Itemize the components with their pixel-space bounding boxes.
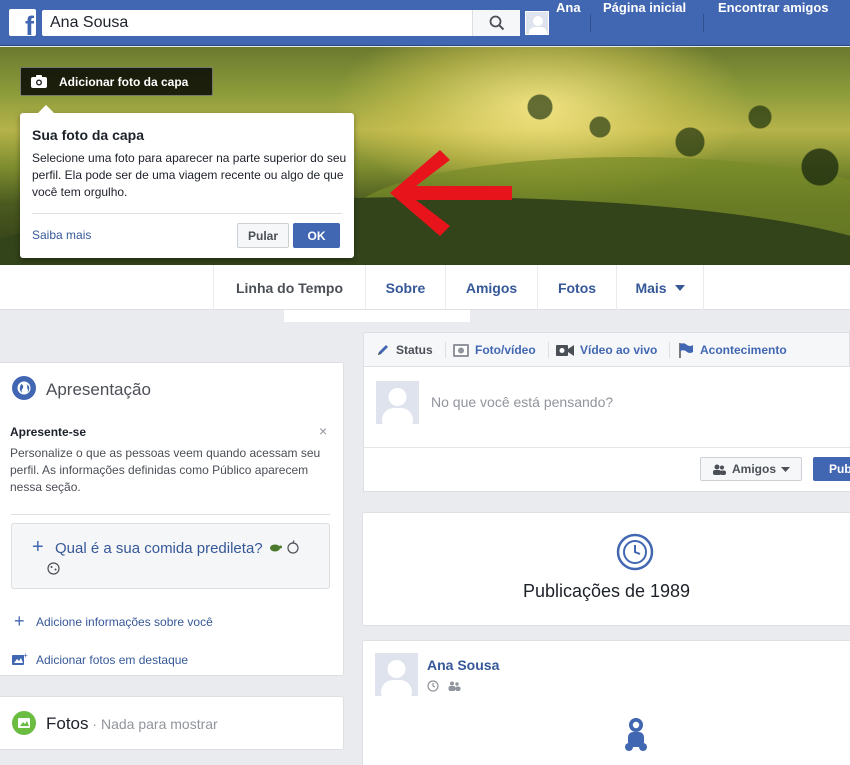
skip-button[interactable]: Pular — [237, 223, 289, 248]
facebook-logo-letter: f — [25, 11, 34, 37]
tab-status-label: Status — [396, 343, 433, 357]
tab-live-video[interactable]: Vídeo ao vivo — [556, 333, 657, 367]
nav-divider — [590, 14, 591, 32]
ok-button[interactable]: OK — [293, 223, 340, 248]
tab-more-label: Mais — [635, 279, 667, 296]
plus-icon: + — [32, 536, 44, 558]
tab-more[interactable]: Mais — [617, 265, 704, 310]
audience-selector[interactable]: Amigos — [700, 457, 802, 481]
tab-live-video-label: Vídeo ao vivo — [580, 343, 658, 357]
profile-navigation: Linha do Tempo Sobre Amigos Fotos Mais — [0, 265, 850, 310]
nav-home-link[interactable]: Página inicial — [603, 0, 686, 46]
apple-emoji-icon — [287, 540, 299, 554]
tab-timeline[interactable]: Linha do Tempo — [213, 265, 366, 310]
favorite-food-question: Qual é a sua comida predileta? — [55, 540, 263, 557]
year-title: Publicações de 1989 — [522, 581, 691, 601]
favorite-food-prompt[interactable]: + Qual é a sua comida predileta? — [11, 523, 330, 589]
video-camera-icon — [556, 344, 574, 356]
tab-divider — [445, 342, 446, 358]
profile-nav-extension — [284, 310, 470, 322]
plus-icon: + — [14, 611, 25, 631]
search-button[interactable] — [472, 10, 520, 36]
tab-life-event[interactable]: Acontecimento — [678, 333, 787, 367]
svg-text:+: + — [23, 652, 28, 660]
photos-icon — [12, 711, 36, 735]
add-featured-photos-link[interactable]: Adicionar fotos em destaque — [36, 653, 188, 667]
baby-icon — [625, 718, 647, 751]
caret-down-icon — [781, 466, 790, 472]
intro-divider — [11, 514, 330, 515]
tab-divider — [548, 342, 549, 358]
tab-photo-video[interactable]: Foto/vídeo — [453, 333, 536, 367]
caret-down-icon — [674, 284, 685, 291]
post-author-name[interactable]: Ana Sousa — [427, 657, 499, 673]
composer-input[interactable]: No que você está pensando? — [431, 394, 613, 410]
globe-icon — [12, 376, 36, 400]
tab-life-event-label: Acontecimento — [700, 343, 787, 357]
intro-title: Apresentação — [46, 380, 151, 399]
year-card: Publicações de 1989 — [362, 512, 850, 626]
publish-button[interactable]: Pub — [813, 457, 850, 481]
intro-card: Apresentação Apresente-se × Personalize … — [0, 362, 344, 676]
cover-photo-tooltip: Sua foto da capa Selecione uma foto para… — [20, 105, 354, 258]
nav-profile-name[interactable]: Ana — [556, 0, 581, 46]
intro-heading: Apresente-se — [10, 425, 87, 439]
tooltip-title: Sua foto da capa — [32, 127, 145, 143]
turtle-emoji-icon — [270, 544, 282, 552]
top-navigation-bar: f Ana Página inicial Encontrar amigos — [0, 0, 850, 46]
nav-divider — [703, 14, 704, 32]
tab-photos[interactable]: Fotos — [538, 265, 617, 310]
post-card: Ana Sousa — [362, 640, 850, 765]
friends-icon[interactable] — [447, 681, 461, 691]
photo-icon — [453, 344, 469, 357]
photos-title[interactable]: Fotos — [46, 714, 89, 733]
facebook-logo[interactable]: f — [9, 9, 36, 36]
composer: No que você está pensando? Amigos Pub — [363, 366, 850, 492]
learn-more-link[interactable]: Saiba mais — [32, 228, 91, 242]
search-icon — [489, 15, 504, 31]
close-icon[interactable]: × — [319, 423, 327, 439]
tab-about[interactable]: Sobre — [366, 265, 446, 310]
composer-divider — [364, 447, 850, 448]
user-avatar[interactable] — [525, 11, 549, 35]
tab-photo-video-label: Foto/vídeo — [475, 343, 536, 357]
post-avatar[interactable] — [375, 653, 418, 696]
add-photo-icon: + — [12, 652, 28, 665]
search-input[interactable] — [42, 10, 472, 36]
camera-icon — [31, 75, 47, 88]
add-cover-photo-label: Adicionar foto da capa — [59, 74, 189, 89]
photos-card: Fotos · Nada para mostrar — [0, 696, 344, 750]
cookie-emoji-icon — [47, 562, 60, 575]
tooltip-body: Selecione uma foto para aparecer na part… — [32, 151, 347, 199]
avatar-silhouette-icon — [529, 16, 547, 34]
avatar-silhouette-icon — [382, 388, 413, 424]
friends-icon — [712, 464, 726, 475]
composer-tabs: Status Foto/vídeo Vídeo ao vivo Aconteci… — [363, 332, 850, 366]
tooltip-divider — [32, 213, 342, 214]
intro-description: Personalize o que as pessoas veem quando… — [10, 446, 321, 494]
tab-friends[interactable]: Amigos — [446, 265, 538, 310]
composer-avatar — [376, 381, 419, 424]
nav-find-friends-link[interactable]: Encontrar amigos — [718, 0, 829, 46]
add-info-link[interactable]: Adicione informações sobre você — [36, 615, 213, 629]
tab-divider — [669, 342, 670, 358]
red-arrow-icon — [390, 150, 512, 236]
photos-card-header: Fotos · Nada para mostrar — [46, 714, 218, 734]
clock-icon — [427, 680, 439, 692]
audience-label: Amigos — [731, 462, 776, 476]
add-cover-photo-button[interactable]: Adicionar foto da capa — [20, 67, 213, 96]
photos-subtitle: · Nada para mostrar — [88, 716, 218, 732]
pencil-icon — [378, 345, 388, 355]
search-box — [42, 10, 520, 36]
flag-icon — [679, 343, 693, 358]
clock-icon — [616, 533, 654, 571]
tab-status[interactable]: Status — [376, 333, 433, 367]
avatar-silhouette-icon — [381, 660, 412, 696]
